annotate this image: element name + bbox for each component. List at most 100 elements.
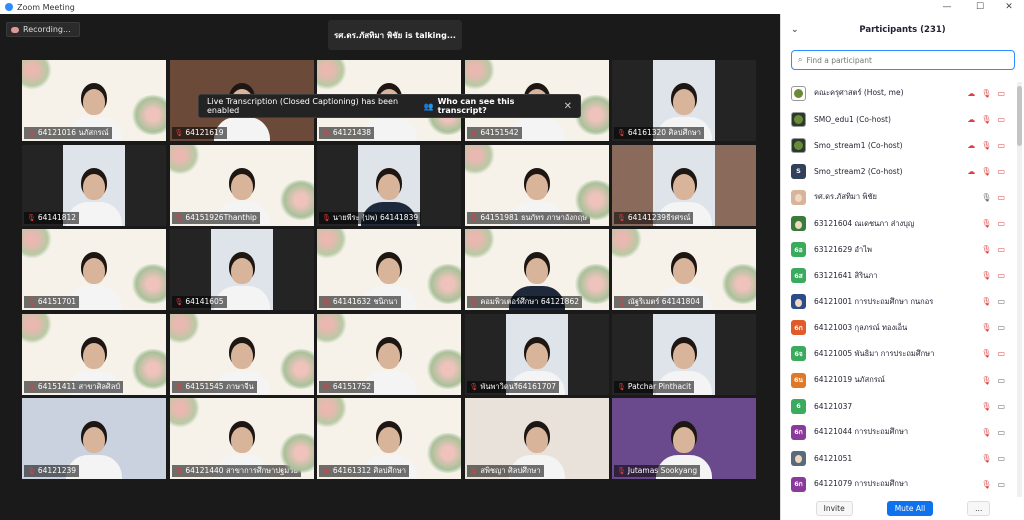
video-tile[interactable]: 🎙 64141239ธีรศรณ์: [612, 144, 756, 226]
video-off-icon[interactable]: ▭: [997, 115, 1005, 124]
mic-muted-icon[interactable]: 🎙: [981, 167, 991, 176]
video-tile[interactable]: 🎙 สพิชญา ศิลปศึกษา: [464, 398, 609, 479]
tile-name-label: 🎙 64151411 สาขาศิลศิลป์: [24, 380, 124, 393]
video-tile[interactable]: 🎙 ณัฐริเมตร์ 64141804: [612, 229, 756, 310]
mic-muted-icon[interactable]: 🎙: [981, 219, 991, 228]
participant-row[interactable]: 6น 64121019 นภัสกรณ์ 🎙 ▭: [781, 367, 1017, 393]
participant-avatar: [791, 294, 806, 310]
minimize-button[interactable]: —: [932, 0, 962, 14]
who-can-see-link[interactable]: 👥 Who can see this transcript?: [424, 97, 556, 115]
participant-avatar: 6จ: [791, 346, 806, 362]
video-tile[interactable]: 🎙 นายพีระ (ปพ) 64141839: [317, 144, 461, 226]
participant-name: รศ.ดร.ภัสทิมา พิชัย: [814, 192, 877, 202]
mic-muted-icon[interactable]: 🎙: [981, 349, 991, 358]
invite-button[interactable]: Invite: [815, 500, 853, 516]
mic-muted-icon[interactable]: 🎙: [981, 115, 991, 124]
mic-muted-icon[interactable]: 🎙: [981, 480, 991, 489]
participant-row[interactable]: 64121051 🎙 ▭: [781, 445, 1017, 471]
participant-search[interactable]: ⌕: [791, 50, 1015, 70]
video-tile[interactable]: 🎙 64151545 ภาษาจีน: [169, 313, 314, 395]
more-button[interactable]: ...: [967, 500, 991, 516]
participant-row[interactable]: Smo_stream1 (Co-host) ☁ 🎙 ▭: [781, 132, 1017, 158]
scrollbar-thumb[interactable]: [1017, 86, 1022, 146]
participant-list-scrollbar[interactable]: [1017, 82, 1022, 497]
talking-text: รศ.ดร.ภัสทิมา พิชัย is talking...: [334, 30, 456, 40]
tile-name-label: 🎙 Patchar Pinthacit: [614, 380, 695, 393]
participant-row[interactable]: 6ก 64121044 การประถมศึกษา 🎙 ▭: [781, 419, 1017, 445]
mic-muted-icon[interactable]: 🎙: [981, 297, 991, 306]
video-off-icon[interactable]: ▭: [997, 245, 1005, 254]
participant-row[interactable]: SMO_edu1 (Co-host) ☁ 🎙 ▭: [781, 106, 1017, 132]
participant-status-icons: 🎙 ▭: [981, 297, 1005, 306]
participant-status-icons: 🎙 ▭: [981, 428, 1005, 437]
video-icon[interactable]: ▭: [997, 297, 1005, 306]
video-tile[interactable]: 🎙 64151411 สาขาศิลศิลป์: [22, 313, 166, 395]
participant-row[interactable]: S Smo_stream2 (Co-host) ☁ 🎙 ▭: [781, 158, 1017, 184]
participant-row[interactable]: 6ก 64121079 การประถมศึกษา 🎙 ▭: [781, 471, 1017, 496]
video-icon[interactable]: ▭: [997, 480, 1005, 489]
participant-row[interactable]: 6อ 63121629 อำไพ 🎙 ▭: [781, 237, 1017, 263]
video-tile[interactable]: 🎙 64161320 ศิลปศึกษา: [612, 60, 756, 141]
mic-muted-icon[interactable]: 🎙: [981, 376, 991, 385]
mic-muted-icon[interactable]: 🎙: [981, 402, 991, 411]
participant-row[interactable]: 6ส 63121641 สิรินภา 🎙 ▭: [781, 263, 1017, 289]
mic-muted-icon[interactable]: 🎙: [981, 245, 991, 254]
mic-muted-icon: 🎙: [617, 129, 626, 137]
video-icon[interactable]: ▭: [997, 402, 1005, 411]
participant-row[interactable]: คณะครุศาสตร์ (Host, me) ☁ 🎙 ▭: [781, 80, 1017, 106]
video-off-icon[interactable]: ▭: [997, 193, 1005, 202]
zoom-logo-icon: [5, 3, 13, 11]
mic-muted-icon[interactable]: 🎙: [981, 89, 991, 98]
video-icon[interactable]: ▭: [997, 428, 1005, 437]
video-tile[interactable]: 🎙 64151752: [317, 313, 461, 395]
mic-icon[interactable]: 🎙: [981, 193, 991, 202]
close-button[interactable]: ✕: [994, 0, 1024, 14]
video-off-icon[interactable]: ▭: [997, 219, 1005, 228]
recording-indicator[interactable]: Recording...: [6, 22, 80, 37]
maximize-button[interactable]: ☐: [965, 0, 995, 14]
participant-row[interactable]: 6ก 64121003 กุลภรณ์ ทองเอ็น 🎙 ▭: [781, 315, 1017, 341]
video-off-icon[interactable]: ▭: [997, 89, 1005, 98]
video-off-icon[interactable]: ▭: [997, 271, 1005, 280]
banner-close-icon[interactable]: ✕: [564, 101, 572, 112]
video-tile[interactable]: 🎙 คอมพิวเตอร์ศึกษา 64121862: [464, 229, 609, 310]
cloud-recording-icon: ☁: [967, 166, 976, 176]
participant-row[interactable]: 64121001 การประถมศึกษา กนกอร 🎙 ▭: [781, 289, 1017, 315]
video-icon[interactable]: ▭: [997, 376, 1005, 385]
participant-row[interactable]: 6จ 64121005 พันธิมา การประถมศึกษา 🎙 ▭: [781, 341, 1017, 367]
mic-muted-icon[interactable]: 🎙: [981, 428, 991, 437]
chevron-down-icon[interactable]: ⌄: [791, 25, 799, 35]
video-tile[interactable]: 🎙 64121016 นภัสกรณ์: [22, 60, 166, 141]
mic-muted-icon[interactable]: 🎙: [981, 141, 991, 150]
video-tile[interactable]: 🎙 64141605: [169, 229, 314, 310]
video-off-icon[interactable]: ▭: [997, 349, 1005, 358]
mic-muted-icon[interactable]: 🎙: [981, 454, 991, 463]
participant-name: Smo_stream2 (Co-host): [814, 166, 903, 176]
tile-name-label: 🎙 64141632 ชนิกนา: [319, 296, 401, 308]
video-tile[interactable]: 🎙 Jutamas Sookyang: [612, 398, 756, 479]
video-icon[interactable]: ▭: [997, 454, 1005, 463]
participant-row[interactable]: 63121604 ณเดชนภา ส่างบุญ 🎙 ▭: [781, 210, 1017, 236]
video-tile[interactable]: 🎙 พันพาวิดนรี64161707: [464, 313, 609, 395]
video-tile[interactable]: 🎙 64151981 ธนกัทร ภาษาอังกฤษ: [464, 144, 609, 226]
video-tile[interactable]: 🎙 64151926Thanthip: [169, 144, 314, 226]
mic-muted-icon[interactable]: 🎙: [981, 323, 991, 332]
video-tile[interactable]: 🎙 64121440 สาขาการศึกษาปฐมวัย: [169, 398, 314, 479]
video-tile[interactable]: 🎙 64121239: [22, 398, 166, 479]
video-icon[interactable]: ▭: [997, 323, 1005, 332]
mic-muted-icon: 🎙: [322, 382, 331, 391]
video-tile[interactable]: 🎙 64151701: [22, 229, 166, 310]
mute-all-button[interactable]: Mute All: [886, 500, 934, 516]
video-off-icon[interactable]: ▭: [997, 141, 1005, 150]
video-tile[interactable]: 🎙 64161312 ศิลปศึกษา: [317, 398, 461, 479]
video-off-icon[interactable]: ▭: [997, 167, 1005, 176]
mic-muted-icon[interactable]: 🎙: [981, 271, 991, 280]
search-input[interactable]: [806, 55, 997, 65]
video-tile[interactable]: 🎙 Patchar Pinthacit: [612, 313, 756, 395]
participant-status-icons: 🎙 ▭: [981, 376, 1005, 385]
video-tile[interactable]: 🎙 64141632 ชนิกนา: [317, 229, 461, 310]
video-tile[interactable]: 🎙 64141812: [22, 144, 166, 226]
participant-row[interactable]: 6 64121037 🎙 ▭: [781, 393, 1017, 419]
participant-row[interactable]: รศ.ดร.ภัสทิมา พิชัย 🎙 ▭: [781, 184, 1017, 210]
mic-muted-icon: 🎙: [469, 129, 479, 137]
